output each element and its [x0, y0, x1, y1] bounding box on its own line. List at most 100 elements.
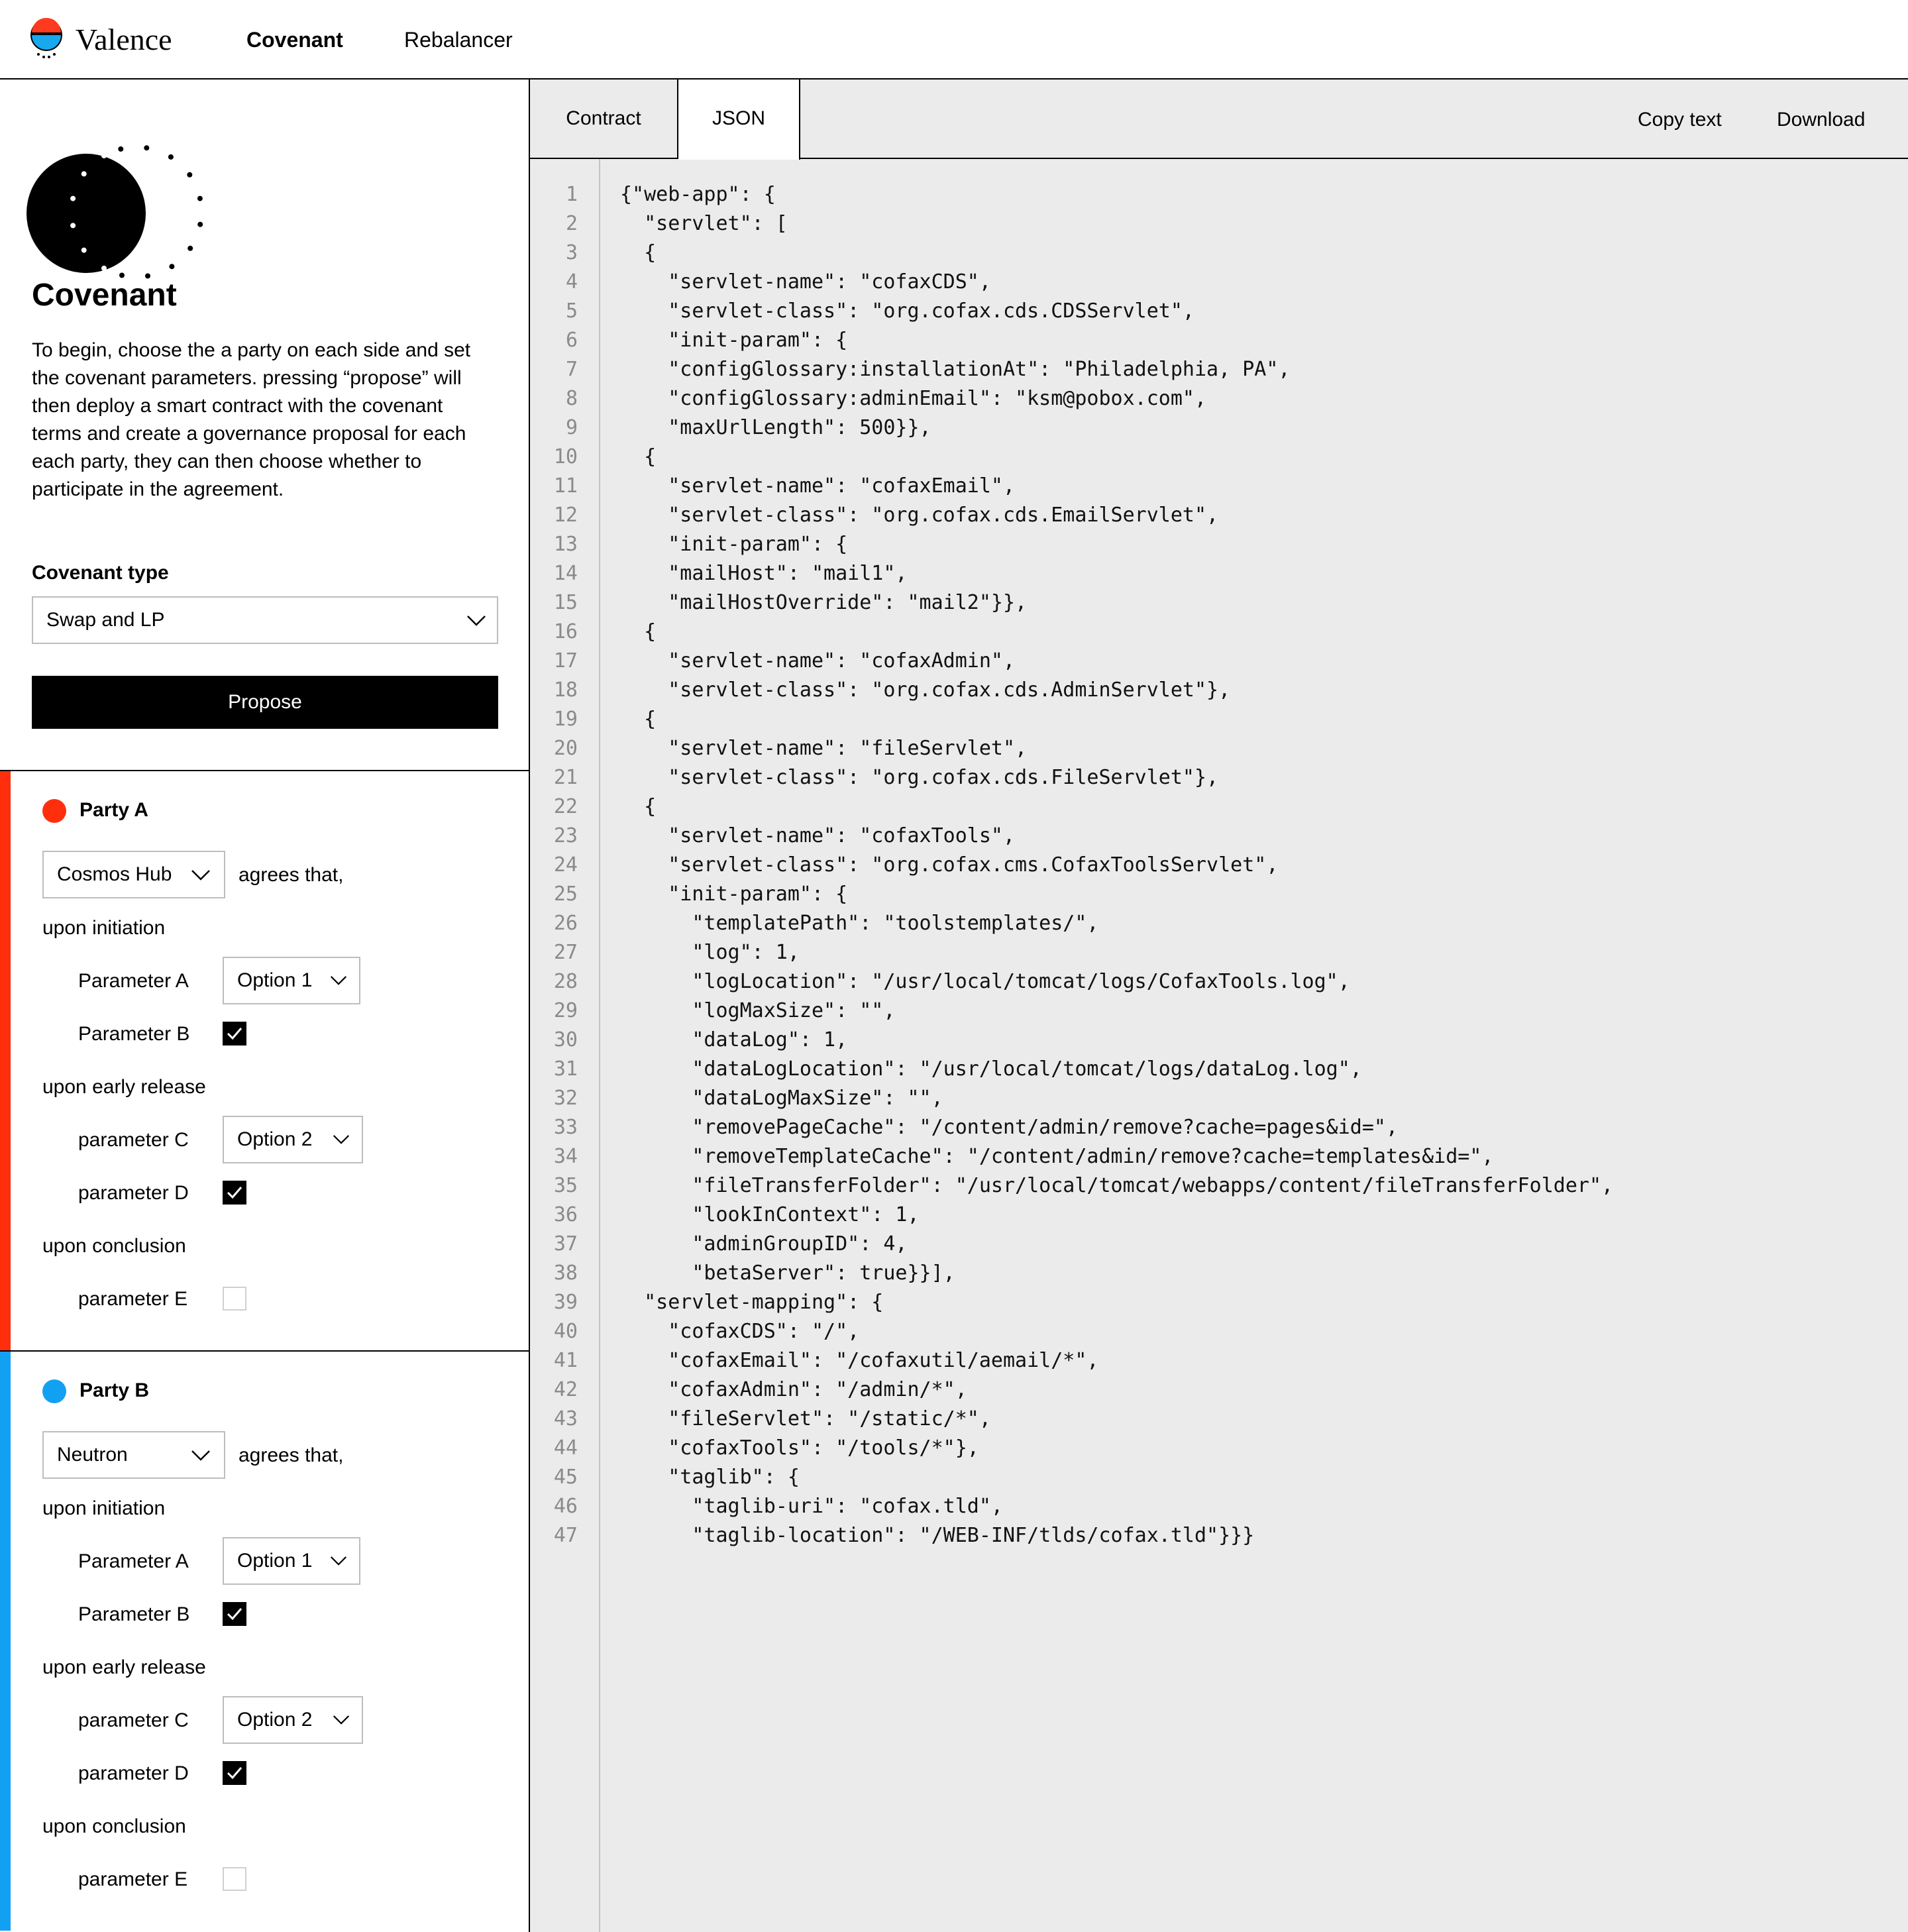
code-line: 24 "servlet-class": "org.cofax.cms.Cofax…: [530, 851, 1908, 880]
decorative-dot: [70, 223, 76, 229]
code-viewer: Contract JSON Copy text Download 1 {"web-…: [530, 80, 1908, 1932]
tab-contract[interactable]: Contract: [530, 80, 678, 159]
propose-button[interactable]: Propose: [32, 676, 498, 729]
line-number: 45: [553, 1466, 578, 1489]
parameter-a-select[interactable]: Option 1: [223, 957, 360, 1004]
code-text: "init-param": {: [620, 883, 848, 906]
code-text: "lookInContext": 1,: [620, 1203, 920, 1226]
line-number: 25: [553, 883, 578, 906]
covenant-type-value: Swap and LP: [46, 609, 165, 631]
line-number: 20: [553, 737, 578, 760]
code-text: "maxUrlLength": 500}},: [620, 416, 931, 439]
code-line: 29 "logMaxSize": "",: [530, 996, 1908, 1026]
decorative-dot: [187, 245, 193, 251]
parameter-c-select[interactable]: Option 2: [223, 1116, 363, 1163]
party-a-chain-select[interactable]: Cosmos Hub: [42, 851, 225, 898]
party-b-chain-select[interactable]: Neutron: [42, 1431, 225, 1479]
line-number: 5: [565, 299, 578, 323]
code-text: "configGlossary:adminEmail": "ksm@pobox.…: [620, 387, 1207, 410]
code-line: 28 "logLocation": "/usr/local/tomcat/log…: [530, 967, 1908, 996]
code-line: 20 "servlet-name": "fileServlet",: [530, 734, 1908, 763]
line-number: 32: [553, 1087, 578, 1110]
editor-tab-bar: Contract JSON Copy text Download: [530, 80, 1908, 160]
code-text: "servlet-class": "org.cofax.cms.CofaxToo…: [620, 853, 1279, 877]
decorative-dot: [81, 171, 87, 177]
checkmark-icon: [227, 1608, 242, 1621]
party-color-stripe: [0, 771, 11, 1350]
parameter-c-select[interactable]: Option 2: [223, 1696, 363, 1744]
code-line: 3 {: [530, 239, 1908, 268]
nav-rebalancer[interactable]: Rebalancer: [404, 24, 513, 56]
code-line: 47 "taglib-location": "/WEB-INF/tlds/cof…: [530, 1521, 1908, 1550]
nav-covenant[interactable]: Covenant: [246, 24, 343, 56]
code-line: 11 "servlet-name": "cofaxEmail",: [530, 472, 1908, 501]
parameter-d-label: parameter D: [78, 1182, 189, 1204]
code-line: 10 {: [530, 443, 1908, 472]
brand-name[interactable]: Valence: [76, 20, 172, 60]
code-text: "init-param": {: [620, 329, 848, 352]
covenant-setup: Covenant To begin, choose the a party on…: [0, 80, 530, 770]
decorative-dot: [95, 157, 100, 163]
decorative-dot: [101, 153, 107, 159]
code-text: "cofaxAdmin": "/admin/*",: [620, 1378, 967, 1401]
code-line: 27 "log": 1,: [530, 938, 1908, 967]
line-number: 6: [565, 329, 578, 352]
line-number: 27: [553, 941, 578, 964]
line-number: 16: [553, 620, 578, 643]
covenant-type-label: Covenant type: [32, 562, 169, 584]
line-number: 4: [565, 270, 578, 294]
line-number: 10: [553, 445, 578, 468]
parameter-c-label: parameter C: [78, 1709, 189, 1731]
parameter-d-checkbox[interactable]: [223, 1761, 246, 1785]
line-number: 26: [553, 912, 578, 935]
parameter-b-checkbox[interactable]: [223, 1022, 246, 1046]
code-text: "removeTemplateCache": "/content/admin/r…: [620, 1145, 1494, 1168]
covenant-type-select[interactable]: Swap and LP: [32, 596, 498, 644]
code-line: 35 "fileTransferFolder": "/usr/local/tom…: [530, 1171, 1908, 1201]
tab-json[interactable]: JSON: [678, 80, 800, 160]
valence-logo-icon: [30, 18, 62, 58]
line-number: 13: [553, 533, 578, 556]
top-navigation: Valence Covenant Rebalancer: [0, 0, 1908, 80]
code-text: "removePageCache": "/content/admin/remov…: [620, 1116, 1398, 1139]
line-number: 12: [553, 504, 578, 527]
line-number: 23: [553, 824, 578, 847]
copy-text-button[interactable]: Copy text: [1638, 106, 1722, 134]
agrees-text: agrees that,: [238, 864, 344, 886]
line-number: 38: [553, 1261, 578, 1285]
parameter-e-checkbox[interactable]: [223, 1867, 246, 1891]
decorative-dot: [197, 221, 203, 227]
code-line: 46 "taglib-uri": "cofax.tld",: [530, 1492, 1908, 1521]
code-content[interactable]: 1 {"web-app": {2 "servlet": [3 {4 "servle…: [530, 180, 1908, 1550]
code-text: "fileTransferFolder": "/usr/local/tomcat…: [620, 1174, 1614, 1197]
parameter-b-checkbox[interactable]: [223, 1602, 246, 1626]
code-text: "servlet-mapping": {: [620, 1291, 884, 1314]
parameter-e-checkbox[interactable]: [223, 1287, 246, 1311]
chain-select-value: Cosmos Hub: [57, 863, 172, 885]
code-text: "dataLogLocation": "/usr/local/tomcat/lo…: [620, 1057, 1362, 1081]
covenant-sidebar: Covenant To begin, choose the a party on…: [0, 80, 530, 1932]
download-button[interactable]: Download: [1777, 106, 1865, 134]
code-text: "adminGroupID": 4,: [620, 1232, 908, 1256]
line-number: 21: [553, 766, 578, 789]
code-text: "cofaxTools": "/tools/*"},: [620, 1436, 979, 1460]
line-number: 39: [553, 1291, 578, 1314]
parameter-a-select[interactable]: Option 1: [223, 1537, 360, 1585]
line-number: 43: [553, 1407, 578, 1430]
code-text: "cofaxCDS": "/",: [620, 1320, 860, 1343]
line-number: 35: [553, 1174, 578, 1197]
code-text: {: [620, 241, 657, 264]
code-text: "dataLogMaxSize": "",: [620, 1087, 943, 1110]
parameter-b-label: Parameter B: [78, 1023, 190, 1045]
code-text: {"web-app": {: [620, 183, 776, 206]
party-color-dot: [42, 799, 66, 823]
checkmark-icon: [227, 1767, 242, 1780]
parameter-d-checkbox[interactable]: [223, 1181, 246, 1205]
code-text: "servlet": [: [620, 212, 788, 235]
section-upon-initiation: upon initiation: [42, 917, 166, 939]
checkmark-icon: [227, 1028, 242, 1040]
code-line: 14 "mailHost": "mail1",: [530, 559, 1908, 588]
code-line: 9 "maxUrlLength": 500}},: [530, 413, 1908, 443]
parameter-c-value: Option 2: [237, 1128, 313, 1150]
code-line: 37 "adminGroupID": 4,: [530, 1230, 1908, 1259]
